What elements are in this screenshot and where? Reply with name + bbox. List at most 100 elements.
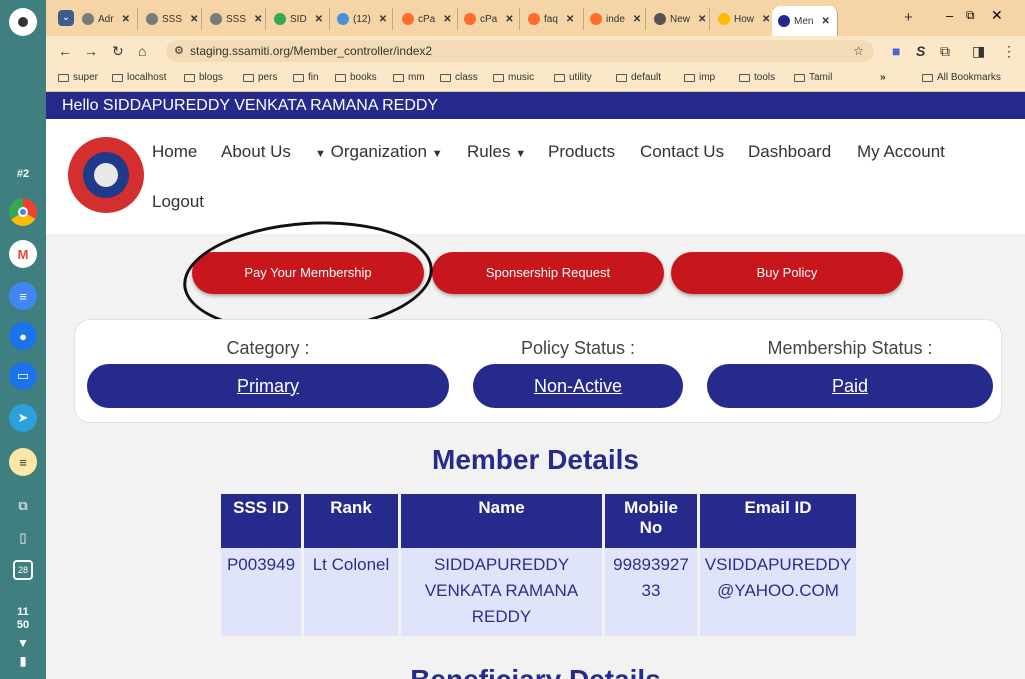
files-icon[interactable]: ▭: [9, 362, 37, 390]
nav-dashboard[interactable]: Dashboard: [748, 142, 831, 162]
calendar-icon[interactable]: 28: [13, 560, 33, 580]
desk-badge: #2: [16, 168, 30, 180]
category-value-link[interactable]: Primary: [87, 364, 449, 408]
browser-tab[interactable]: cPa ✕: [396, 8, 458, 30]
bookmark-item[interactable]: books: [335, 72, 377, 83]
launcher-icon[interactable]: [9, 8, 37, 36]
nav-products[interactable]: Products: [548, 142, 615, 162]
browser-tab[interactable]: inde ✕: [584, 8, 646, 30]
bookmark-item[interactable]: blogs: [184, 72, 223, 83]
bookmark-item[interactable]: tools: [739, 72, 775, 83]
minimize-button[interactable]: –: [946, 8, 953, 23]
docs-icon[interactable]: ≡: [9, 282, 37, 310]
browser-tab[interactable]: (12) ✕: [331, 8, 393, 30]
policy-status-label: Policy Status :: [520, 338, 636, 358]
s-extension-icon[interactable]: S: [916, 43, 925, 59]
site-info-icon[interactable]: ⚙: [174, 40, 184, 62]
tab-close-icon[interactable]: ✕: [379, 14, 387, 25]
nav-organization-label: Organization: [330, 142, 428, 161]
folder-icon: [440, 73, 451, 82]
bookmark-item[interactable]: class: [440, 72, 478, 83]
browser-tab[interactable]: SID ✕: [268, 8, 330, 30]
rank-cell: Lt Colonel: [304, 548, 398, 636]
browser-tab[interactable]: How ✕: [712, 8, 774, 30]
reload-icon[interactable]: ↻: [112, 43, 124, 60]
tab-close-icon[interactable]: ✕: [698, 14, 706, 25]
address-bar[interactable]: ⚙ staging.ssamiti.org/Member_controller/…: [166, 40, 874, 62]
new-tab-button[interactable]: +: [904, 9, 913, 26]
tab-search-icon[interactable]: ⌄: [58, 10, 74, 26]
tab-close-icon[interactable]: ✕: [566, 14, 574, 25]
buy-policy-button[interactable]: Buy Policy: [671, 252, 903, 294]
nav-contact-us[interactable]: Contact Us: [640, 142, 724, 162]
tab-close-icon[interactable]: ✕: [315, 14, 323, 25]
messages-icon[interactable]: ●: [9, 322, 37, 350]
browser-tab[interactable]: SSS ✕: [140, 8, 202, 30]
restore-button[interactable]: ⧉: [966, 8, 975, 23]
puzzle-icon[interactable]: ⧉: [940, 43, 950, 60]
extension-icon[interactable]: ■: [892, 43, 900, 59]
nav-logout[interactable]: Logout: [152, 192, 204, 212]
nav-organization[interactable]: ▼ Organization ▼: [315, 142, 443, 162]
browser-tab[interactable]: cPa ✕: [458, 8, 520, 30]
bookmark-item[interactable]: super: [58, 72, 98, 83]
os-shelf: #2 M ≡ ● ▭ ➤ ≡ ⧉ ▯ 28 11 50 ▼ ▮: [0, 0, 46, 679]
telegram-icon[interactable]: ➤: [9, 404, 37, 432]
bookmark-label: default: [631, 72, 662, 83]
tab-close-icon[interactable]: ✕: [762, 14, 770, 25]
screen-capture-icon[interactable]: ⧉: [9, 492, 37, 520]
bookmark-item[interactable]: default: [616, 72, 661, 83]
folder-icon: [684, 73, 695, 82]
close-window-button[interactable]: ✕: [991, 7, 1003, 24]
membership-status-value-link[interactable]: Paid: [707, 364, 993, 408]
sainik-seva-samiti-logo[interactable]: [68, 137, 144, 213]
browser-tab[interactable]: Men ✕: [772, 6, 838, 36]
side-panel-icon[interactable]: ◨: [972, 43, 985, 60]
battery-icon: ▮: [19, 654, 27, 668]
back-icon[interactable]: ←: [58, 43, 72, 59]
tab-close-icon[interactable]: ✕: [505, 14, 513, 25]
tab-close-icon[interactable]: ✕: [190, 14, 198, 25]
gmail-icon[interactable]: M: [9, 240, 37, 268]
clock-hour: 11: [17, 606, 29, 618]
bookmark-item[interactable]: mm: [393, 72, 425, 83]
bookmark-item[interactable]: fin: [293, 72, 319, 83]
home-icon[interactable]: ⌂: [138, 43, 146, 59]
phone-hub-icon[interactable]: ▯: [9, 524, 37, 552]
tab-close-icon[interactable]: ✕: [821, 16, 829, 27]
sponsorship-request-button[interactable]: Sponsership Request: [432, 252, 664, 294]
forward-icon[interactable]: →: [84, 43, 98, 59]
web-page: Hello SIDDAPUREDDY VENKATA RAMANA REDDY …: [46, 92, 1025, 679]
membership-status-label: Membership Status :: [767, 338, 933, 358]
browser-tab[interactable]: Adr ✕: [76, 8, 138, 30]
nav-about-us[interactable]: About Us: [221, 142, 291, 162]
browser-tab[interactable]: faq ✕: [522, 8, 584, 30]
tab-close-icon[interactable]: ✕: [122, 14, 130, 25]
nav-home[interactable]: Home: [152, 142, 197, 162]
nav-my-account[interactable]: My Account: [857, 142, 945, 162]
nav-rules[interactable]: Rules ▼: [467, 142, 526, 162]
browser-tab[interactable]: New ✕: [648, 8, 710, 30]
tab-close-icon[interactable]: ✕: [443, 14, 451, 25]
bookmark-item[interactable]: utility: [554, 72, 592, 83]
chrome-icon[interactable]: [9, 198, 37, 226]
policy-status-value-link[interactable]: Non-Active: [473, 364, 683, 408]
keep-icon[interactable]: ≡: [9, 448, 37, 476]
table-row: P003949 Lt Colonel SIDDAPUREDDY VENKATA …: [221, 548, 856, 636]
bookmark-label: books: [350, 72, 377, 83]
bookmarks-overflow-icon[interactable]: »: [880, 72, 886, 83]
tab-close-icon[interactable]: ✕: [254, 14, 262, 25]
menu-icon[interactable]: ⋮: [1002, 43, 1016, 60]
bookmark-item[interactable]: music: [493, 72, 534, 83]
bookmark-star-icon[interactable]: ☆: [853, 40, 864, 62]
bookmark-label: class: [455, 72, 478, 83]
bookmark-item[interactable]: Tamil: [794, 72, 832, 83]
tab-favicon-icon: [210, 13, 222, 25]
clock-minute: 50: [16, 619, 30, 631]
tab-close-icon[interactable]: ✕: [633, 14, 641, 25]
bookmark-item[interactable]: imp: [684, 72, 715, 83]
bookmark-item[interactable]: localhost: [112, 72, 166, 83]
bookmark-item[interactable]: pers: [243, 72, 277, 83]
browser-tab[interactable]: SSS ✕: [204, 8, 266, 30]
all-bookmarks-link[interactable]: All Bookmarks: [922, 72, 1001, 83]
